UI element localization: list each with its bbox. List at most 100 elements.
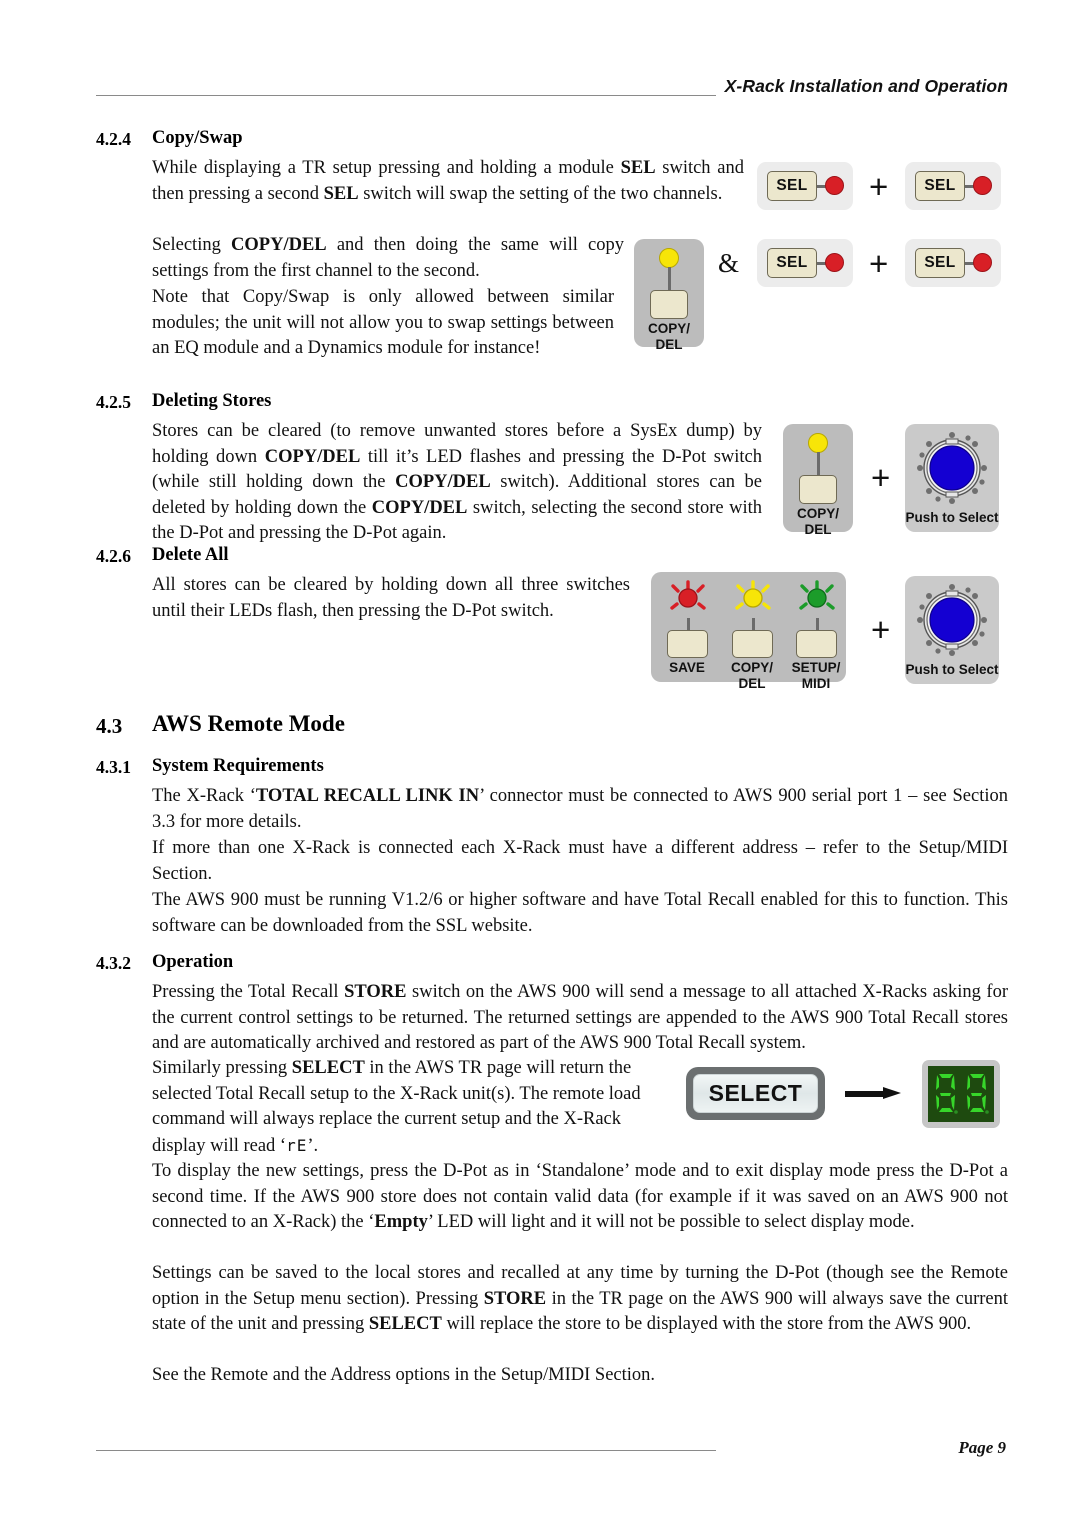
copy-del-button[interactable] xyxy=(799,475,837,504)
heading-number-426: 4.2.6 xyxy=(96,546,131,566)
paragraph-copy-swap-2: Selecting COPY/DEL and then doing the sa… xyxy=(152,233,624,284)
heading-title-copy-swap: Copy/Swap xyxy=(152,128,243,148)
ampersand-operator: & xyxy=(718,248,740,278)
page-footer: Page 9 xyxy=(96,1438,1008,1480)
sel-button[interactable]: SEL xyxy=(915,171,965,201)
seven-segment-digit xyxy=(935,1074,958,1114)
copy-del-button[interactable] xyxy=(732,630,773,658)
d-pot-module[interactable]: Push to Select xyxy=(905,576,999,684)
sel-button[interactable]: SEL xyxy=(915,248,965,278)
heading-number-425: 4.2.5 xyxy=(96,392,131,412)
d-pot-icon xyxy=(917,432,987,504)
paragraph-operation-3: To display the new settings, press the D… xyxy=(152,1159,1008,1236)
sel-button[interactable]: SEL xyxy=(767,248,817,278)
seven-segment-digit xyxy=(966,1074,989,1114)
heading-title-delete-all: Delete All xyxy=(152,545,229,565)
paragraph-operation-5: See the Remote and the Address options i… xyxy=(152,1365,656,1385)
text-run: While displaying a TR setup pressing and… xyxy=(152,158,621,178)
text-run-bold: SEL xyxy=(620,158,656,178)
text-run: ’ LED will light and it will not be poss… xyxy=(427,1212,915,1233)
text-run: Selecting xyxy=(152,235,232,255)
plus-operator: + xyxy=(869,168,889,205)
aws-select-button-label[interactable]: SELECT xyxy=(693,1074,818,1113)
d-pot-icon xyxy=(917,584,987,656)
text-run-bold: COPY/DEL xyxy=(371,497,468,518)
yellow-led-icon xyxy=(659,248,679,268)
save-button[interactable] xyxy=(667,630,708,658)
text-run-bold: SELECT xyxy=(368,1314,442,1335)
text-run-bold: SEL xyxy=(323,183,359,204)
header-title: X-Rack Installation and Operation xyxy=(724,76,1008,96)
paragraph-deleting-stores-1: Stores can be cleared (to remove unwante… xyxy=(152,419,762,547)
text-run-bold: TOTAL RECALL LINK IN xyxy=(255,786,480,806)
page-header: X-Rack Installation and Operation xyxy=(96,76,1008,116)
aws-select-button[interactable]: SELECT xyxy=(686,1067,825,1120)
text-run: will replace the store to be displayed w… xyxy=(441,1314,972,1335)
d-pot-encoder[interactable] xyxy=(914,582,990,663)
text-run: switch will swap the setting of the two … xyxy=(358,183,723,204)
sel-switch-tile[interactable]: SEL xyxy=(905,239,1001,287)
red-flashing-led-icon xyxy=(670,580,706,610)
red-led-icon xyxy=(825,253,844,272)
seven-segment-display xyxy=(922,1060,1000,1128)
heading-number-432: 4.3.2 xyxy=(96,953,131,973)
copy-del-module[interactable]: COPY/ DEL xyxy=(634,239,704,352)
paragraph-operation-1: Pressing the Total Recall STORE switch o… xyxy=(152,980,1008,1057)
text-run: Pressing the Total Recall xyxy=(152,982,345,1002)
sel-switch-tile[interactable]: SEL xyxy=(757,162,853,210)
heading-number-43: 4.3 xyxy=(96,714,123,738)
paragraph-system-req-3: The AWS 900 must be running V1.2/6 or hi… xyxy=(152,890,1008,936)
seven-segment-screen xyxy=(928,1066,994,1122)
text-run-bold: STORE xyxy=(344,982,407,1002)
setup-midi-label: SETUP/ MIDI xyxy=(791,660,841,691)
paragraph-copy-swap-1: While displaying a TR setup pressing and… xyxy=(152,156,744,207)
plus-operator: + xyxy=(869,245,889,282)
heading-number-424: 4.2.4 xyxy=(96,129,131,149)
yellow-led-icon xyxy=(808,433,828,453)
d-pot-encoder[interactable] xyxy=(914,430,990,511)
paragraph-delete-all-1: All stores can be cleared by holding dow… xyxy=(152,575,630,621)
page-number: Page 9 xyxy=(958,1438,1006,1457)
text-run-bold: COPY/DEL xyxy=(264,446,361,467)
yellow-flashing-led-icon xyxy=(735,580,771,610)
copy-del-label: COPY/ DEL xyxy=(730,660,773,691)
red-led-icon xyxy=(973,253,992,272)
copy-del-button[interactable] xyxy=(650,290,688,319)
copy-del-label: COPY/ DEL xyxy=(647,321,690,352)
header-divider xyxy=(96,95,716,96)
paragraph-operation-4: Settings can be saved to the local store… xyxy=(152,1261,1008,1338)
push-to-select-label: Push to Select xyxy=(905,510,999,525)
heading-title-aws-remote-mode: AWS Remote Mode xyxy=(152,711,345,736)
heading-title-system-requirements: System Requirements xyxy=(152,756,324,776)
copy-del-module[interactable]: COPY/ DEL xyxy=(783,424,853,537)
green-flashing-led-icon xyxy=(799,580,835,610)
setup-midi-button[interactable] xyxy=(796,630,837,658)
three-switch-module[interactable]: SAVE COPY/ DEL SETUP/ MIDI xyxy=(651,572,846,691)
heading-title-operation: Operation xyxy=(152,952,234,972)
document-page: X-Rack Installation and Operation 4.2.4 … xyxy=(0,0,1080,1527)
text-run-bold: Empty xyxy=(374,1212,428,1233)
copy-del-label: COPY/ DEL xyxy=(796,506,839,537)
plus-operator: + xyxy=(871,611,891,648)
red-led-icon xyxy=(973,176,992,195)
text-run-bold: SELECT xyxy=(291,1058,365,1078)
arrow-right-icon xyxy=(843,1078,903,1113)
text-run: The X-Rack ‘ xyxy=(152,786,256,806)
text-run: Similarly pressing xyxy=(152,1058,292,1078)
display-reading-inline: rE xyxy=(286,1135,308,1155)
text-run-bold: STORE xyxy=(483,1288,547,1309)
paragraph-operation-2: Similarly pressing SELECT in the AWS TR … xyxy=(152,1056,672,1159)
footer-divider xyxy=(96,1450,716,1451)
led-stem xyxy=(668,267,671,291)
heading-title-deleting-stores: Deleting Stores xyxy=(152,391,272,411)
plus-operator: + xyxy=(871,459,891,496)
push-to-select-label: Push to Select xyxy=(905,662,999,677)
text-run-bold: COPY/DEL xyxy=(231,235,327,255)
paragraph-copy-swap-3: Note that Copy/Swap is only allowed betw… xyxy=(152,287,614,359)
text-run-bold: COPY/DEL xyxy=(395,472,491,493)
sel-switch-tile[interactable]: SEL xyxy=(757,239,853,287)
sel-switch-tile[interactable]: SEL xyxy=(905,162,1001,210)
d-pot-module[interactable]: Push to Select xyxy=(905,424,999,532)
save-label: SAVE xyxy=(669,660,705,675)
sel-button[interactable]: SEL xyxy=(767,171,817,201)
